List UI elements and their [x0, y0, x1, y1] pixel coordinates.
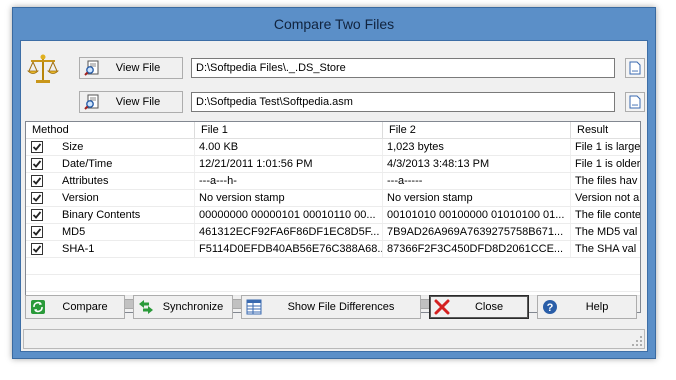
cell-method: Version	[44, 190, 195, 206]
close-button[interactable]: Close	[429, 295, 529, 319]
cell-file1: ---a---h-	[195, 173, 383, 189]
cell-result: File 1 is older	[571, 156, 640, 172]
cell-result: Version not a	[571, 190, 640, 206]
row-checkbox[interactable]	[31, 226, 43, 238]
browse-file-1-button[interactable]	[625, 58, 645, 78]
cell-method: SHA-1	[44, 241, 195, 257]
svg-text:?: ?	[547, 302, 554, 314]
cell-file1: 00000000 00000101 00010110 00...	[195, 207, 383, 223]
cell-file1: No version stamp	[195, 190, 383, 206]
document-browse-icon	[629, 61, 641, 75]
cell-file1: 12/21/2011 1:01:56 PM	[195, 156, 383, 172]
cell-method: Date/Time	[44, 156, 195, 172]
table-row[interactable]: Binary Contents 00000000 00000101 0001011…	[26, 207, 640, 224]
view-file-2-label: View File	[115, 96, 161, 108]
cell-file2: 7B9AD26A969A7639275758B671...	[383, 224, 571, 240]
show-file-differences-label: Show File Differences	[287, 301, 395, 313]
row-checkbox[interactable]	[31, 243, 43, 255]
synchronize-label: Synchronize	[162, 301, 224, 313]
table-row[interactable]: Date/Time 12/21/2011 1:01:56 PM 4/3/2013 3…	[26, 156, 640, 173]
cell-file2: No version stamp	[383, 190, 571, 206]
empty-row	[26, 258, 640, 275]
window-title: Compare Two Files	[273, 16, 395, 32]
help-label: Help	[585, 301, 609, 313]
cell-result: The MD5 val	[571, 224, 640, 240]
row-checkbox[interactable]	[31, 175, 43, 187]
cell-file2: 87366F2F3C450DFD8D2061CCE...	[383, 241, 571, 257]
cell-method: MD5	[44, 224, 195, 240]
cell-method: Attributes	[44, 173, 195, 189]
resize-grip-icon[interactable]	[631, 335, 643, 347]
cell-file1: 461312ECF92FA6F86DF1EC8D5F...	[195, 224, 383, 240]
synchronize-button[interactable]: Synchronize	[133, 295, 233, 319]
cell-result: The files hav	[571, 173, 640, 189]
cell-file1: F5114D0EFDB40AB56E76C388A68...	[195, 241, 383, 257]
empty-row	[26, 275, 640, 292]
compare-window: Compare Two Files View File D:\Softpedia…	[12, 7, 656, 359]
cell-file2: 4/3/2013 3:48:13 PM	[383, 156, 571, 172]
magnifier-document-icon	[84, 94, 100, 110]
view-file-2-button[interactable]: View File	[79, 91, 183, 113]
help-button[interactable]: ? Help	[537, 295, 637, 319]
cell-method: Size	[44, 139, 195, 155]
close-label: Close	[474, 301, 504, 313]
red-x-icon	[434, 299, 450, 315]
row-checkbox[interactable]	[31, 209, 43, 221]
list-header: Method File 1 File 2 Result	[26, 122, 640, 139]
file-2-path-field[interactable]: D:\Softpedia Test\Softpedia.asm	[191, 92, 615, 112]
comparison-list[interactable]: Method File 1 File 2 Result Size 4.00 KB 1…	[25, 121, 641, 313]
cell-file2: 1,023 bytes	[383, 139, 571, 155]
column-header-file1[interactable]: File 1	[195, 122, 383, 138]
view-file-1-label: View File	[115, 62, 161, 74]
cell-file2: ---a-----	[383, 173, 571, 189]
browse-file-2-button[interactable]	[625, 92, 645, 112]
client-area: View File D:\Softpedia Files\._.DS_Store…	[20, 40, 648, 352]
grid-differences-icon	[246, 299, 262, 315]
cell-file2: 00101010 00100000 01010100 01...	[383, 207, 571, 223]
cell-result: File 1 is large	[571, 139, 640, 155]
show-file-differences-button[interactable]: Show File Differences	[241, 295, 421, 319]
cell-result: The file conte	[571, 207, 640, 223]
question-mark-icon: ?	[542, 299, 558, 315]
cell-file1: 4.00 KB	[195, 139, 383, 155]
table-row[interactable]: Size 4.00 KB 1,023 bytes File 1 is large	[26, 139, 640, 156]
cell-method: Binary Contents	[44, 207, 195, 223]
row-checkbox[interactable]	[31, 141, 43, 153]
cell-result: The SHA val	[571, 241, 640, 257]
row-checkbox[interactable]	[31, 192, 43, 204]
column-header-result[interactable]: Result	[571, 122, 640, 138]
compare-button[interactable]: Compare	[25, 295, 125, 319]
scales-logo-icon	[25, 51, 61, 87]
sync-arrows-icon	[138, 299, 154, 315]
table-row[interactable]: MD5 461312ECF92FA6F86DF1EC8D5F... 7B9AD26A…	[26, 224, 640, 241]
column-header-method[interactable]: Method	[26, 122, 195, 138]
view-file-1-button[interactable]: View File	[79, 57, 183, 79]
table-row[interactable]: Version No version stamp No version stamp V…	[26, 190, 640, 207]
table-row[interactable]: Attributes ---a---h- ---a----- The files ha…	[26, 173, 640, 190]
magnifier-document-icon	[84, 60, 100, 76]
file-1-path-field[interactable]: D:\Softpedia Files\._.DS_Store	[191, 58, 615, 78]
status-bar	[23, 329, 645, 349]
document-browse-icon	[629, 95, 641, 109]
table-row[interactable]: SHA-1 F5114D0EFDB40AB56E76C388A68... 87366…	[26, 241, 640, 258]
row-checkbox[interactable]	[31, 158, 43, 170]
refresh-icon	[30, 299, 46, 315]
column-header-file2[interactable]: File 2	[383, 122, 571, 138]
compare-label: Compare	[62, 301, 108, 313]
